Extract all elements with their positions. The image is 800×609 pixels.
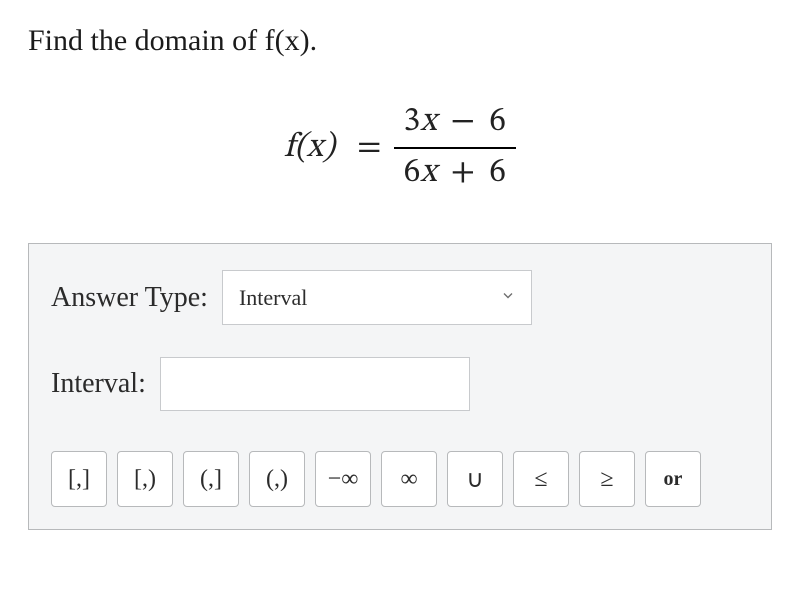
formula-row: f(x) = 3x − 6 6x + 6	[28, 98, 772, 198]
answer-type-label: Answer Type:	[51, 282, 208, 314]
interval-input[interactable]	[160, 357, 470, 411]
leq-button[interactable]: ≤	[513, 451, 569, 507]
function-formula: f(x) = 3x − 6 6x + 6	[284, 98, 516, 198]
answer-type-select[interactable]: Interval	[222, 270, 532, 325]
infinity-button[interactable]: ∞	[381, 451, 437, 507]
or-text-button[interactable]: or	[645, 451, 701, 507]
equals-sign: =	[357, 127, 381, 170]
bracket-closed-open-button[interactable]: [,)	[117, 451, 173, 507]
union-button[interactable]: ∪	[447, 451, 503, 507]
interval-row: Interval:	[51, 357, 749, 411]
bracket-open-open-button[interactable]: (,)	[249, 451, 305, 507]
interval-label: Interval:	[51, 368, 146, 400]
numerator: 3x − 6	[394, 98, 516, 147]
geq-button[interactable]: ≥	[579, 451, 635, 507]
bracket-closed-closed-button[interactable]: [,]	[51, 451, 107, 507]
question-prompt: Find the domain of f(x).	[28, 24, 772, 58]
denominator: 6x + 6	[394, 147, 516, 198]
answer-type-select-wrap: Interval	[222, 270, 532, 325]
answer-type-row: Answer Type: Interval	[51, 270, 749, 325]
answer-area: Answer Type: Interval Interval: [,][,)(,…	[28, 243, 772, 530]
neg-infinity-button[interactable]: −∞	[315, 451, 371, 507]
fraction: 3x − 6 6x + 6	[394, 98, 516, 198]
bracket-open-closed-button[interactable]: (,]	[183, 451, 239, 507]
symbol-button-row: [,][,)(,](,)−∞∞∪≤≥or	[51, 451, 749, 507]
formula-lhs: f(x)	[284, 127, 335, 170]
